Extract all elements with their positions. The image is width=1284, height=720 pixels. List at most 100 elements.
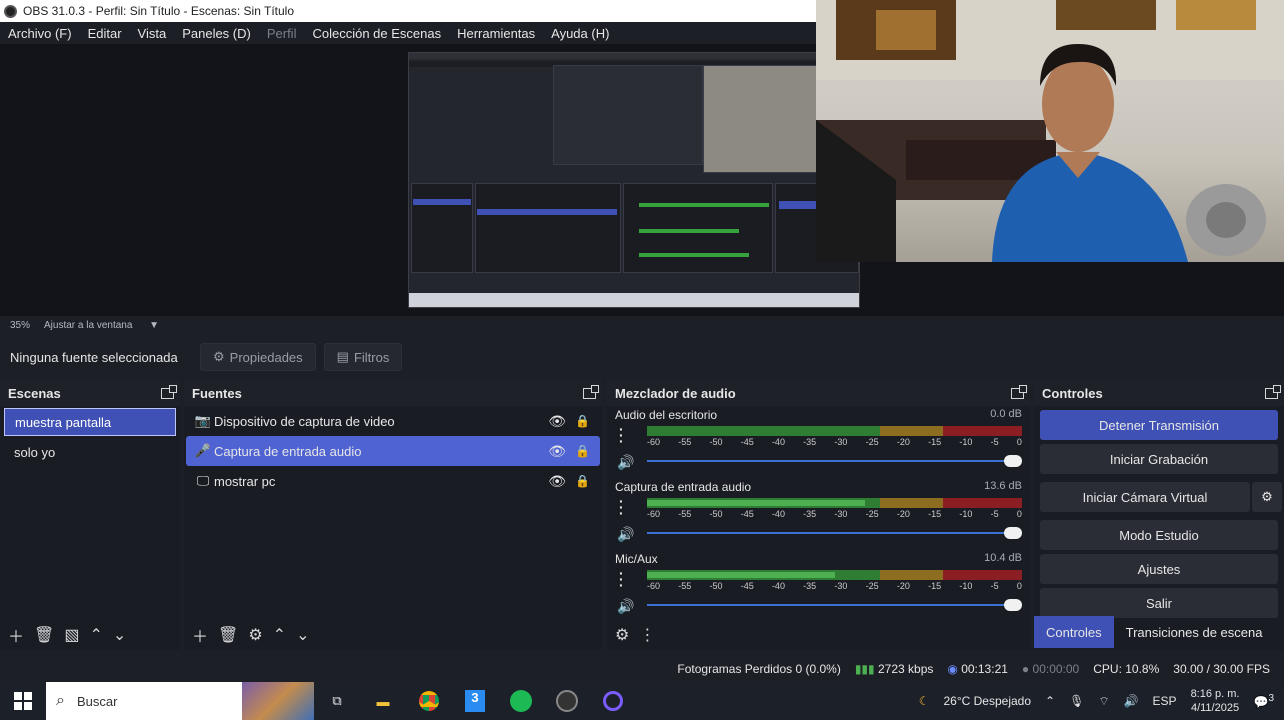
lock-icon[interactable]: 🔒 bbox=[575, 414, 590, 428]
source-item-display[interactable]: 🖵 mostrar pc 👁 🔒 bbox=[186, 466, 600, 496]
visibility-eye-icon[interactable]: 👁 bbox=[548, 413, 566, 430]
filter-icon: ▤ bbox=[336, 349, 349, 364]
volume-slider[interactable] bbox=[647, 527, 1022, 539]
source-settings-gear-icon[interactable]: ⚙ bbox=[248, 625, 262, 645]
advanced-audio-gear-icon[interactable]: ⚙ bbox=[615, 625, 629, 645]
speaker-icon[interactable]: 🔊 bbox=[617, 598, 634, 615]
file-explorer-icon[interactable]: ▬ bbox=[360, 682, 406, 720]
meter-tick-label: -55 bbox=[678, 437, 692, 447]
audio-mixer-dock: Mezclador de audio Audio del escritorio 0… bbox=[607, 380, 1030, 650]
input-language[interactable]: ESP bbox=[1153, 694, 1177, 708]
scene-item-solo-yo[interactable]: solo yo bbox=[4, 438, 176, 466]
channel-menu-icon[interactable]: · · · bbox=[619, 566, 624, 592]
tab-scene-transitions[interactable]: Transiciones de escena bbox=[1114, 616, 1275, 648]
volume-slider-knob[interactable] bbox=[1004, 599, 1022, 611]
meter-tick-label: -45 bbox=[740, 509, 754, 519]
mixer-channel: Mic/Aux 10.4 dB · · · -60 -55 -50 -45 -40 -35 -30 -2… bbox=[607, 550, 1030, 622]
visibility-eye-icon[interactable]: 👁 bbox=[548, 443, 566, 460]
search-highlight-image bbox=[242, 682, 314, 720]
menu-edit[interactable]: Editar bbox=[80, 26, 130, 41]
tray-speaker-icon[interactable]: 🔊 bbox=[1124, 694, 1139, 708]
undock-icon[interactable] bbox=[583, 384, 599, 399]
meter-tick-label: -60 bbox=[647, 509, 661, 519]
lock-icon[interactable]: 🔒 bbox=[575, 444, 590, 458]
volume-slider-knob[interactable] bbox=[1004, 527, 1022, 539]
mixer-channel: Captura de entrada audio 13.6 dB · · · -60 -55… bbox=[607, 478, 1030, 550]
task-view-icon[interactable]: ⧉ bbox=[314, 682, 360, 720]
scene-item-muestra-pantalla[interactable]: muestra pantalla bbox=[4, 408, 176, 436]
zoom-fit-select[interactable]: Ajustar a la ventana ▼ bbox=[44, 320, 159, 331]
menu-view[interactable]: Vista bbox=[130, 26, 175, 41]
properties-button[interactable]: ⚙ Propiedades bbox=[200, 343, 316, 371]
move-down-icon[interactable]: ⌄ bbox=[296, 625, 309, 645]
start-recording-button[interactable]: Iniciar Grabación bbox=[1040, 444, 1278, 474]
bitrate: ▮▮▮ 2723 kbps bbox=[854, 662, 934, 676]
channel-db: 13.6 dB bbox=[984, 480, 1022, 492]
channel-db: 10.4 dB bbox=[984, 552, 1022, 564]
menu-profile[interactable]: Perfil bbox=[259, 26, 305, 41]
meter-tick-label: -10 bbox=[959, 581, 973, 591]
meter-tick-label: -25 bbox=[865, 509, 879, 519]
menu-help[interactable]: Ayuda (H) bbox=[543, 26, 617, 41]
menu-docks[interactable]: Paneles (D) bbox=[174, 26, 259, 41]
volume-slider[interactable] bbox=[647, 599, 1022, 611]
scene-filters-icon[interactable]: ▧ bbox=[64, 625, 79, 645]
move-up-icon[interactable]: ⌃ bbox=[89, 625, 102, 645]
meter-tick-label: -20 bbox=[896, 509, 910, 519]
tray-mic-icon[interactable]: 🎙 bbox=[1069, 694, 1084, 708]
studio-mode-button[interactable]: Modo Estudio bbox=[1040, 520, 1278, 550]
tray-chevron-icon[interactable]: ⌃ bbox=[1045, 694, 1055, 708]
source-item-video-capture[interactable]: 📷 Dispositivo de captura de video 👁 🔒 bbox=[186, 406, 600, 436]
app-purple-icon[interactable] bbox=[590, 682, 636, 720]
lock-icon[interactable]: 🔒 bbox=[575, 474, 590, 488]
scenes-dock: Escenas muestra pantalla solo yo ＋ 🗑 ▧ ⌃… bbox=[0, 380, 180, 650]
meter-tick-label: -45 bbox=[740, 437, 754, 447]
volume-slider-knob[interactable] bbox=[1004, 455, 1022, 467]
start-virtual-camera-button[interactable]: Iniciar Cámara Virtual bbox=[1040, 482, 1250, 512]
meter-tick-label: -60 bbox=[647, 437, 661, 447]
move-up-icon[interactable]: ⌃ bbox=[273, 625, 286, 645]
meter-tick-label: -15 bbox=[928, 437, 942, 447]
virtual-camera-gear-icon[interactable]: ⚙ bbox=[1252, 482, 1282, 512]
meter-tick-label: -20 bbox=[896, 581, 910, 591]
filters-button[interactable]: ▤ Filtros bbox=[323, 343, 403, 371]
channel-menu-icon[interactable]: · · · bbox=[619, 494, 624, 520]
mixer-menu-icon[interactable]: ⋮ bbox=[639, 625, 655, 645]
meter-scale: -60 -55 -50 -45 -40 -35 -30 -25 -20 -15 -10 -5 0 bbox=[647, 437, 1022, 447]
speaker-icon[interactable]: 🔊 bbox=[617, 454, 634, 471]
chrome-icon[interactable] bbox=[406, 682, 452, 720]
settings-button[interactable]: Ajustes bbox=[1040, 554, 1278, 584]
volume-meter bbox=[647, 426, 1022, 436]
trash-icon[interactable]: 🗑 bbox=[218, 625, 238, 645]
tab-controls[interactable]: Controles bbox=[1034, 616, 1114, 648]
stop-streaming-button[interactable]: Detener Transmisión bbox=[1040, 410, 1278, 440]
source-item-audio-input[interactable]: 🎤 Captura de entrada audio 👁 🔒 bbox=[186, 436, 600, 466]
meter-tick-label: -35 bbox=[803, 437, 817, 447]
visibility-eye-icon[interactable]: 👁 bbox=[548, 473, 566, 490]
undock-icon[interactable] bbox=[1011, 384, 1027, 399]
volume-meter bbox=[647, 570, 1022, 580]
menu-tools[interactable]: Herramientas bbox=[449, 26, 543, 41]
notification-center-icon[interactable]: 💬3 bbox=[1253, 693, 1274, 709]
windows-start-icon[interactable] bbox=[0, 682, 46, 720]
volume-slider[interactable] bbox=[647, 455, 1022, 467]
weather-text[interactable]: 26°C Despejado bbox=[943, 694, 1031, 708]
system-clock[interactable]: 8:16 p. m. 4/11/2025 bbox=[1191, 687, 1240, 715]
tray-network-icon[interactable]: ⌔ bbox=[1098, 694, 1109, 709]
menu-file[interactable]: Archivo (F) bbox=[0, 26, 80, 41]
channel-menu-icon[interactable]: · · · bbox=[619, 422, 624, 448]
trash-icon[interactable]: 🗑 bbox=[34, 625, 54, 645]
menu-scene-collection[interactable]: Colección de Escenas bbox=[304, 26, 449, 41]
add-scene-icon[interactable]: ＋ bbox=[8, 623, 24, 647]
add-source-icon[interactable]: ＋ bbox=[192, 623, 208, 647]
taskbar-search-box[interactable]: ⌕ Buscar bbox=[46, 682, 314, 720]
obs-taskbar-icon[interactable] bbox=[544, 682, 590, 720]
speaker-icon[interactable]: 🔊 bbox=[617, 526, 634, 543]
move-down-icon[interactable]: ⌄ bbox=[113, 625, 126, 645]
undock-icon[interactable] bbox=[161, 384, 177, 399]
camera-icon: 📷 bbox=[194, 413, 212, 428]
spotify-icon[interactable] bbox=[498, 682, 544, 720]
exit-button[interactable]: Salir bbox=[1040, 588, 1278, 618]
undock-icon[interactable] bbox=[1265, 384, 1281, 399]
app-blue-icon[interactable]: 3 bbox=[452, 682, 498, 720]
